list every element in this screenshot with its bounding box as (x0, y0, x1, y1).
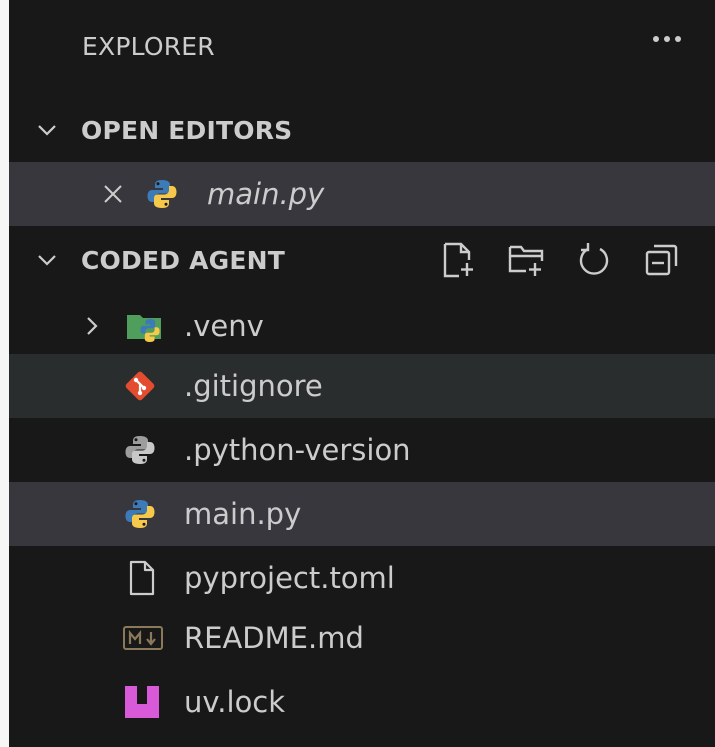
tree-item-label: README.md (184, 621, 364, 655)
collapse-all-icon[interactable] (642, 240, 682, 280)
tree-item-label: main.py (184, 497, 302, 531)
tree-item-pyproject-toml[interactable]: pyproject.toml (9, 546, 715, 610)
tree-item-label: uv.lock (184, 685, 286, 719)
tree-item-label: .python-version (184, 433, 411, 467)
open-editors-header[interactable]: OPEN EDITORS (9, 98, 715, 162)
workspace-label: CODED AGENT (81, 245, 286, 275)
python-gray-icon (125, 436, 155, 464)
tree-item-venv[interactable]: .venv (9, 294, 715, 358)
explorer-panel: EXPLORER OPEN EDITORS main.py CODED AGEN… (9, 0, 715, 747)
file-icon (129, 560, 155, 596)
workspace-actions (438, 240, 682, 280)
new-folder-icon[interactable] (506, 240, 546, 280)
workspace-header[interactable]: CODED AGENT (9, 228, 715, 292)
explorer-title: EXPLORER (82, 31, 215, 61)
chevron-down-icon (38, 255, 56, 266)
tree-item-gitignore[interactable]: .gitignore (9, 354, 715, 418)
folder-python-icon (127, 315, 161, 342)
python-icon (147, 180, 177, 208)
chevron-right-icon[interactable] (81, 315, 103, 337)
explorer-header: EXPLORER (9, 14, 715, 78)
git-icon (125, 371, 155, 401)
chevron-down-icon (38, 125, 56, 136)
more-actions-icon[interactable] (653, 36, 681, 42)
tree-item-main-py[interactable]: main.py (9, 482, 715, 546)
markdown-icon (123, 626, 163, 650)
tree-item-label: .gitignore (184, 369, 323, 403)
tree-item-readme-md[interactable]: README.md (9, 606, 715, 670)
new-file-icon[interactable] (438, 240, 478, 280)
tree-item-python-version[interactable]: .python-version (9, 418, 715, 482)
tree-item-uv-lock[interactable]: uv.lock (9, 670, 715, 734)
close-icon[interactable] (101, 182, 125, 206)
refresh-icon[interactable] (574, 240, 614, 280)
tree-item-label: pyproject.toml (184, 561, 395, 595)
uv-lock-icon (125, 686, 159, 718)
open-editor-item-main-py[interactable]: main.py (9, 162, 715, 226)
tree-item-label: .venv (184, 309, 264, 343)
open-editors-label: OPEN EDITORS (81, 115, 293, 145)
open-editor-label: main.py (207, 177, 325, 211)
python-icon (125, 500, 155, 528)
